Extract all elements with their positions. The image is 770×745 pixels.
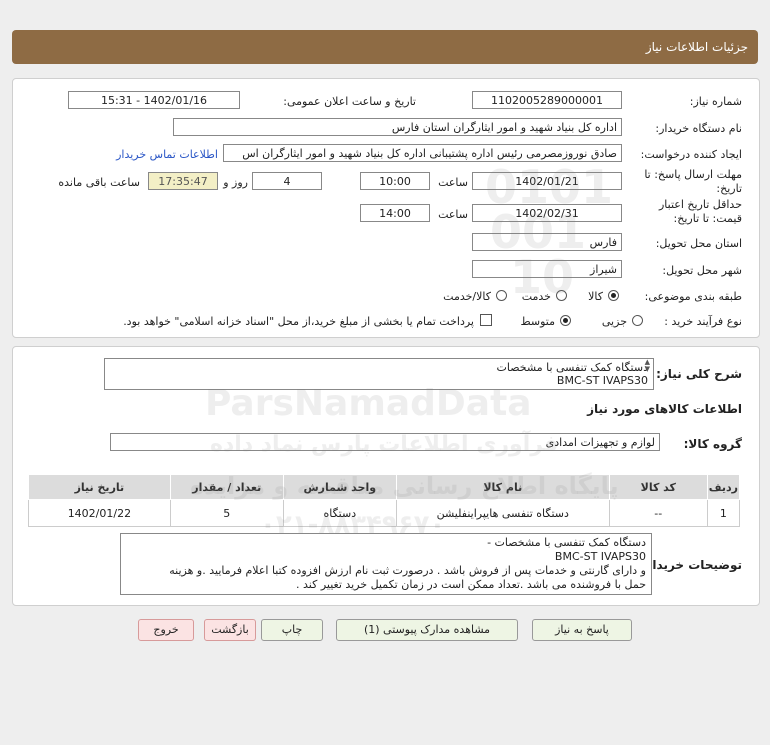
summary-textarea[interactable]: دستگاه کمک تنفسی با مشخصات BMC-ST IVAPS3…: [104, 358, 654, 390]
col-code: کد کالا: [608, 474, 708, 500]
validity-time-field: 14:00: [360, 204, 430, 222]
process-radio-minor[interactable]: [632, 315, 643, 326]
goods-group-label: گروه کالا:: [683, 437, 742, 451]
province-field: فارس: [472, 233, 622, 251]
category-option-service: خدمت: [521, 290, 551, 303]
validity-time-label: ساعت: [438, 208, 468, 221]
col-date: تاریخ نیاز: [28, 474, 171, 500]
days-label: روز و: [223, 176, 248, 189]
deadline-label-line2: تاریخ:: [716, 182, 742, 195]
category-option-goods-service: کالا/خدمت: [443, 290, 491, 303]
buyer-notes-box: دستگاه کمک تنفسی با مشخصات - BMC-ST IVAP…: [120, 533, 652, 595]
table-row: 1 -- دستگاه تنفسی هایپراینفلیشن دستگاه 5…: [28, 499, 741, 527]
reply-button[interactable]: پاسخ به نیاز: [532, 619, 632, 641]
buyer-notes-line4: حمل با فروشنده می باشد .تعداد ممکن است د…: [296, 578, 646, 591]
col-unit: واحد شمارش: [282, 474, 397, 500]
creator-label: ایجاد کننده درخواست:: [640, 148, 742, 161]
need-number-label: شماره نیاز:: [689, 95, 742, 108]
category-radio-service[interactable]: [556, 290, 567, 301]
validity-date-field: 1402/02/31: [472, 204, 622, 222]
scroll-arrows-icon[interactable]: ▲ ▼: [645, 359, 650, 373]
page-title: جزئیات اطلاعات نیاز: [645, 40, 748, 54]
category-option-goods: کالا: [588, 290, 603, 303]
remaining-time-field: 17:35:47: [148, 172, 218, 190]
remaining-label: ساعت باقی مانده: [58, 176, 140, 189]
validity-label-line1: حداقل تاریخ اعتبار: [658, 198, 742, 211]
buyer-notes-line2: BMC-ST IVAPS30: [554, 550, 646, 563]
summary-line2: BMC-ST IVAPS30: [556, 374, 648, 387]
process-radio-medium[interactable]: [560, 315, 571, 326]
goods-section-title: اطلاعات کالاهای مورد نیاز: [587, 402, 742, 416]
deadline-date-field: 1402/01/21: [472, 172, 622, 190]
buyer-notes-label: توضیحات خریدار:: [640, 558, 742, 572]
process-option-medium: متوسط: [520, 315, 555, 328]
back-button[interactable]: بازگشت: [204, 619, 256, 641]
process-label: نوع فرآیند خرید :: [664, 315, 742, 328]
treasury-text: پرداخت تمام یا بخشی از مبلغ خرید،از محل …: [123, 315, 474, 328]
print-button[interactable]: چاپ: [261, 619, 323, 641]
validity-label-line2: قیمت: تا تاریخ:: [673, 212, 742, 225]
summary-label: شرح کلی نیاز:: [656, 367, 742, 381]
city-field: شیراز: [472, 260, 622, 278]
cell-code: --: [608, 499, 708, 527]
validity-label: حداقل تاریخ اعتبار قیمت: تا تاریخ:: [659, 198, 742, 226]
category-radio-goods[interactable]: [608, 290, 619, 301]
city-label: شهر محل تحویل:: [662, 264, 742, 277]
cell-row: 1: [706, 499, 741, 527]
buyer-field: اداره کل بنیاد شهید و امور ایثارگران است…: [173, 118, 622, 136]
days-field: 4: [252, 172, 322, 190]
process-option-minor: جزیی: [601, 315, 627, 328]
goods-table-header: ردیف کد کالا نام کالا واحد شمارش تعداد /…: [28, 474, 741, 500]
announce-label: تاریخ و ساعت اعلان عمومی:: [283, 95, 416, 108]
contact-buyer-link[interactable]: اطلاعات تماس خریدار: [116, 148, 218, 161]
cell-name: دستگاه تنفسی هایپراینفلیشن: [395, 499, 610, 527]
attachments-button[interactable]: مشاهده مدارک پیوستی (1): [336, 619, 518, 641]
deadline-label: مهلت ارسال پاسخ: تا تاریخ:: [644, 168, 742, 196]
category-radio-goods-service[interactable]: [496, 290, 507, 301]
buyer-notes-line1: دستگاه کمک تنفسی با مشخصات -: [487, 536, 646, 549]
summary-line1: دستگاه کمک تنفسی با مشخصات: [496, 361, 648, 374]
goods-group-field: لوازم و تجهیزات امدادی: [110, 433, 660, 451]
deadline-time-field: 10:00: [360, 172, 430, 190]
need-number-field: 1102005289000001: [472, 91, 622, 109]
col-row: ردیف: [706, 474, 741, 500]
creator-field: صادق نوروزمصرمی رئیس اداره پشتیبانی ادار…: [223, 144, 622, 162]
goods-table: ردیف کد کالا نام کالا واحد شمارش تعداد /…: [28, 474, 741, 527]
exit-button[interactable]: خروج: [138, 619, 194, 641]
province-label: استان محل تحویل:: [655, 237, 742, 250]
deadline-time-label: ساعت: [438, 176, 468, 189]
col-name: نام کالا: [395, 474, 610, 500]
category-label: طبقه بندی موضوعی:: [644, 290, 742, 303]
announce-field: 1402/01/16 - 15:31: [68, 91, 240, 109]
buyer-label: نام دستگاه خریدار:: [655, 122, 742, 135]
page-header: جزئیات اطلاعات نیاز: [12, 30, 758, 64]
deadline-label-line1: مهلت ارسال پاسخ: تا: [644, 168, 742, 181]
buyer-notes-line3: و دارای گارنتی و خدمات پس از فروش باشد .…: [169, 564, 646, 577]
treasury-checkbox[interactable]: [480, 314, 492, 326]
cell-date: 1402/01/22: [28, 499, 171, 527]
cell-qty: 5: [169, 499, 284, 527]
cell-unit: دستگاه: [282, 499, 397, 527]
col-qty: تعداد / مقدار: [169, 474, 284, 500]
